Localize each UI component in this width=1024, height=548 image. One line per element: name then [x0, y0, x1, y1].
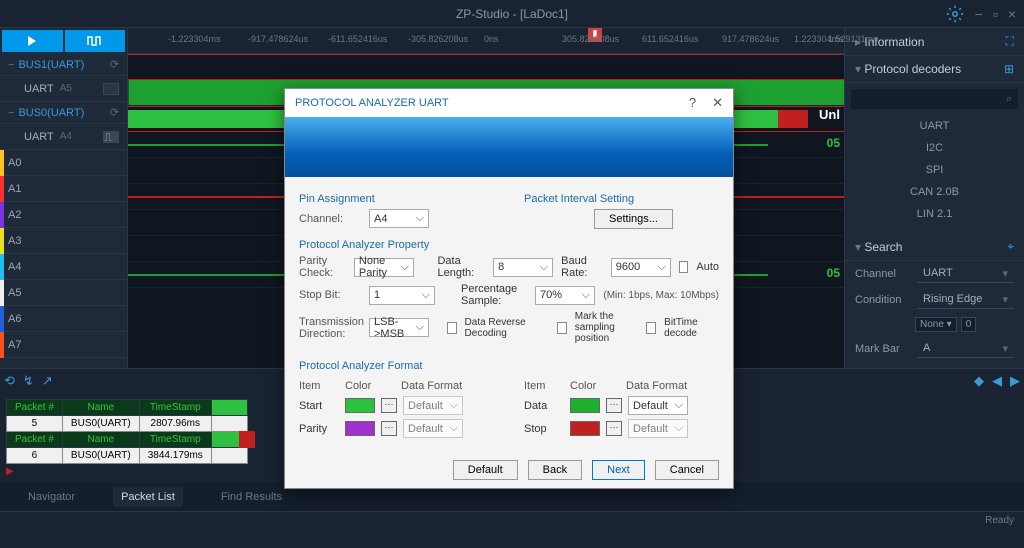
format-select[interactable]: Default — [403, 419, 463, 438]
decoder-search[interactable]: ⌕ — [851, 89, 1018, 109]
settings-icon[interactable] — [946, 5, 964, 23]
window-title: ZP-Studio - [LaDoc1] — [456, 7, 568, 21]
search-action-icon[interactable]: ⌖ — [1007, 239, 1014, 254]
color-picker[interactable]: ⋯ — [381, 421, 397, 436]
zero-input[interactable]: 0 — [961, 317, 977, 332]
maximize-icon[interactable]: ▫ — [993, 6, 998, 22]
reverse-checkbox[interactable] — [447, 322, 457, 334]
bus-item[interactable]: BUS0(UART)⟳ — [0, 102, 127, 124]
channel-panel: BUS1(UART)⟳ UARTA5 BUS0(UART)⟳ UARTA4⎍ A… — [0, 28, 128, 368]
color-picker[interactable]: ⋯ — [381, 398, 397, 413]
decoders-header[interactable]: Protocol decoders — [864, 62, 961, 76]
close-dialog-icon[interactable]: ✕ — [712, 95, 723, 111]
search-condition[interactable]: Rising Edge — [917, 291, 1014, 309]
none-select[interactable]: None ▾ — [915, 317, 957, 332]
signal-row[interactable]: A1 — [0, 176, 127, 202]
format-select[interactable]: Default — [628, 419, 688, 438]
search-channel[interactable]: UART — [917, 265, 1014, 283]
color-picker[interactable]: ⋯ — [606, 398, 622, 413]
markbar-select[interactable]: A — [917, 340, 1014, 358]
decoder-item[interactable]: SPI — [845, 159, 1024, 181]
decoder-item[interactable]: LIN 2.1 — [845, 203, 1024, 225]
decoder-item[interactable]: UART — [845, 115, 1024, 137]
datalength-select[interactable]: 8 — [493, 258, 553, 277]
expand-icon[interactable]: ⛶ — [1006, 34, 1014, 49]
stopbit-select[interactable]: 1 — [369, 286, 435, 305]
table-row[interactable]: 5BUS0(UART)2807.96ms — [7, 416, 248, 432]
signal-row[interactable]: A6 — [0, 306, 127, 332]
export-icon[interactable]: ↗ — [42, 373, 53, 389]
timeline: -1.223304ms -917.478624us -611.652416us … — [128, 28, 844, 54]
capture-button[interactable] — [65, 30, 126, 52]
tab-packet-list[interactable]: Packet List — [113, 487, 183, 507]
auto-checkbox[interactable] — [679, 261, 689, 273]
table-row[interactable]: 6BUS0(UART)3844.179ms — [7, 448, 248, 464]
refresh-icon[interactable]: ⟲ — [4, 373, 15, 389]
close-icon[interactable]: × — [1008, 6, 1016, 22]
bus-item[interactable]: BUS1(UART)⟳ — [0, 54, 127, 76]
collapse-icon[interactable]: ◆ — [974, 373, 984, 389]
default-button[interactable]: Default — [453, 460, 518, 480]
bittime-checkbox[interactable] — [646, 322, 656, 334]
settings-button[interactable]: Settings... — [594, 209, 673, 229]
help-icon[interactable]: ? — [689, 95, 696, 111]
protocol-dialog: PROTOCOL ANALYZER UART ?✕ Pin Assignment… — [284, 88, 734, 489]
status-text: Ready — [985, 515, 1014, 526]
signal-row[interactable]: A2 — [0, 202, 127, 228]
add-icon[interactable]: ⊞ — [1004, 62, 1014, 76]
sync-icon[interactable]: ↯ — [23, 373, 34, 389]
direction-select[interactable]: LSB->MSB — [369, 318, 429, 337]
signal-row[interactable]: A7 — [0, 332, 127, 358]
signal-row[interactable]: A3 — [0, 228, 127, 254]
search-header[interactable]: Search — [864, 240, 902, 254]
search-icon: ⌕ — [1006, 93, 1012, 106]
next-button[interactable]: Next — [592, 460, 645, 480]
color-picker[interactable]: ⋯ — [606, 421, 622, 436]
prev-icon[interactable]: ◀ — [992, 373, 1002, 389]
baud-select[interactable]: 9600 — [611, 258, 671, 277]
minimize-icon[interactable]: − — [975, 6, 983, 22]
cancel-button[interactable]: Cancel — [655, 460, 719, 480]
right-panel: ▸ Information⛶ ▾ Protocol decoders⊞ ⌕ UA… — [844, 28, 1024, 368]
packet-table: Packet #NameTimeStamp 5BUS0(UART)2807.96… — [6, 399, 255, 464]
play-button[interactable] — [2, 30, 63, 52]
channel-item[interactable]: UARTA5 — [0, 76, 127, 102]
signal-row[interactable]: A0 — [0, 150, 127, 176]
format-select[interactable]: Default — [628, 396, 688, 415]
tab-find-results[interactable]: Find Results — [213, 487, 290, 507]
decoder-item[interactable]: CAN 2.0B — [845, 181, 1024, 203]
tab-navigator[interactable]: Navigator — [20, 487, 83, 507]
percent-select[interactable]: 70% — [535, 286, 595, 305]
parity-select[interactable]: None Parity — [354, 258, 414, 277]
format-select[interactable]: Default — [403, 396, 463, 415]
next-icon[interactable]: ▶ — [1010, 373, 1020, 389]
back-button[interactable]: Back — [528, 460, 582, 480]
channel-select[interactable]: A4 — [369, 209, 429, 228]
marksampling-checkbox[interactable] — [557, 322, 567, 334]
channel-item[interactable]: UARTA4⎍ — [0, 124, 127, 150]
dialog-title: PROTOCOL ANALYZER UART — [295, 97, 449, 109]
signal-row[interactable]: A5 — [0, 280, 127, 306]
signal-row[interactable]: A4 — [0, 254, 127, 280]
decoder-item[interactable]: I2C — [845, 137, 1024, 159]
